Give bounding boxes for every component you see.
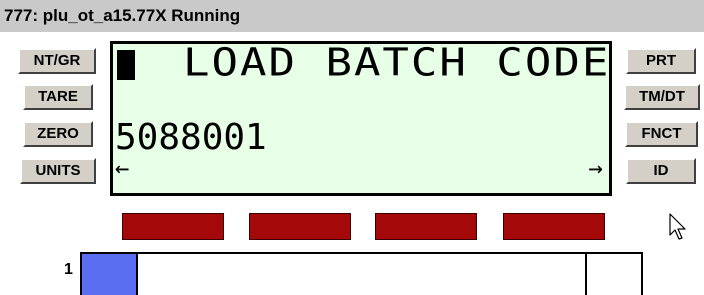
tm-dt-button[interactable]: TM/DT xyxy=(624,84,700,110)
prt-button[interactable]: PRT xyxy=(626,48,696,74)
bargraph xyxy=(80,252,643,295)
display-prompt: LOAD BATCH CODE xyxy=(183,40,611,86)
display-entry-value: 5088001 xyxy=(115,117,267,158)
bargraph-label: 1 xyxy=(64,261,73,278)
softkey-4[interactable] xyxy=(503,213,605,240)
softkey-1[interactable] xyxy=(122,213,224,240)
nt-gr-button[interactable]: NT/GR xyxy=(18,48,96,74)
display-cursor xyxy=(117,50,135,80)
fnct-button[interactable]: FNCT xyxy=(625,121,698,147)
tare-button[interactable]: TARE xyxy=(23,84,93,110)
right-arrow-icon: → xyxy=(588,154,603,182)
softkey-3[interactable] xyxy=(375,213,477,240)
bargraph-fill xyxy=(82,254,138,295)
scale-display: LOAD BATCH CODE 5088001 ← → xyxy=(110,41,612,196)
zero-button[interactable]: ZERO xyxy=(23,121,93,147)
left-arrow-icon: ← xyxy=(115,154,130,182)
window-title: 777: plu_ot_a15.77X Running xyxy=(0,0,704,32)
mouse-pointer-icon xyxy=(669,213,686,240)
units-button[interactable]: UNITS xyxy=(20,158,96,184)
bargraph-target-marker xyxy=(585,254,587,295)
softkey-2[interactable] xyxy=(249,213,351,240)
id-button[interactable]: ID xyxy=(626,158,696,184)
